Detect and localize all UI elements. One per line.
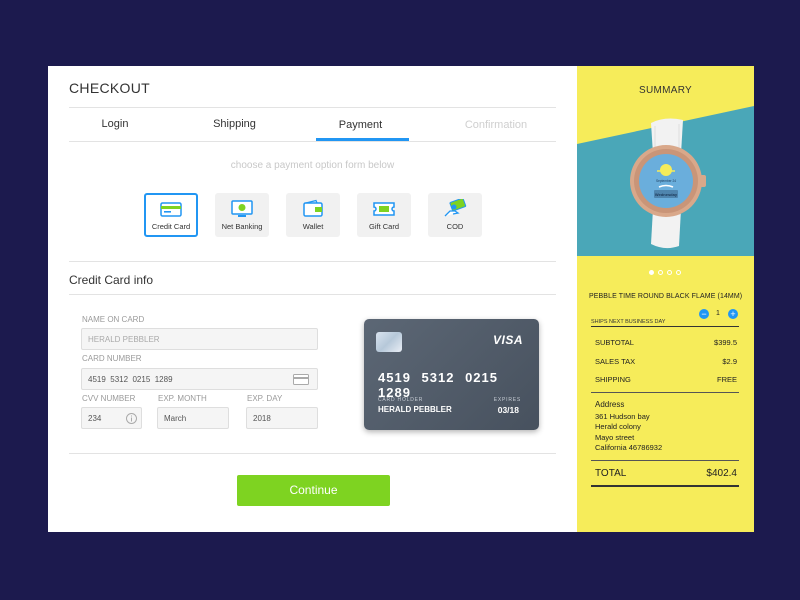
carousel-dot[interactable] [649, 270, 654, 275]
subtotal-row: SUBTOTAL $399.5 [595, 338, 737, 347]
address-heading: Address [595, 400, 625, 409]
product-name: PEBBLE TIME ROUND BLACK FLAME (14MM) [589, 293, 743, 300]
tab-confirmation: Confirmation [464, 119, 528, 131]
decrement-button[interactable]: − [699, 309, 709, 319]
carousel-dot[interactable] [658, 270, 663, 275]
info-icon[interactable] [126, 413, 137, 424]
row-label: SHIPPING [595, 375, 631, 384]
card-icon [293, 374, 309, 385]
product-image: September 24 Wednesday [577, 106, 754, 256]
checkout-panel: CHECKOUT Login Shipping Payment Confirma… [48, 66, 577, 532]
option-wallet[interactable]: Wallet [286, 193, 340, 237]
monitor-icon [231, 200, 253, 217]
continue-button[interactable]: Continue [237, 475, 390, 506]
card-number-value: 4519 5312 0215 1289 [88, 375, 173, 384]
section-title: Credit Card info [69, 273, 154, 287]
option-label: Wallet [302, 222, 324, 231]
carousel-dot[interactable] [667, 270, 672, 275]
tab-payment[interactable]: Payment [332, 119, 389, 131]
card-preview-number: 4519 5312 0215 1289 [378, 370, 498, 400]
summary-panel: SUMMARY September 24 Wednesday PEBBLE TI… [577, 66, 754, 532]
checkout-steps: Login Shipping Payment Confirmation [69, 112, 556, 141]
divider [591, 460, 739, 461]
card-brand: VISA [492, 333, 523, 347]
option-label: Credit Card [151, 222, 191, 231]
gift-card-icon [373, 202, 395, 216]
option-cod[interactable]: COD [428, 193, 482, 237]
divider [591, 392, 739, 393]
card-holder-label: CARD HOLDER [378, 397, 424, 403]
card-chip [376, 332, 402, 352]
address-line: Mayo street [595, 432, 635, 442]
carousel-dot[interactable] [676, 270, 681, 275]
address-line: California 46786932 [595, 443, 663, 452]
divider [69, 294, 556, 295]
credit-card-preview: VISA 4519 5312 0215 1289 CARD HOLDER EXP… [364, 319, 539, 430]
card-expiry: 03/18 [497, 405, 519, 415]
divider [69, 141, 556, 142]
card-holder-name: HERALD PEBBLER [378, 405, 452, 414]
option-label: Gift Card [368, 222, 399, 231]
increment-button[interactable]: + [728, 309, 738, 319]
exp-month-label: EXP. MONTH [158, 394, 207, 403]
ship-note: SHIPS NEXT BUSINESS DAY [591, 319, 666, 325]
option-net-banking[interactable]: Net Banking [215, 193, 269, 237]
divider [69, 107, 556, 108]
card-number-label: CARD NUMBER [82, 354, 142, 363]
row-label: SUBTOTAL [595, 338, 634, 347]
divider [69, 261, 556, 262]
divider [591, 485, 739, 487]
payment-hint: choose a payment option form below [230, 160, 395, 171]
option-gift-card[interactable]: Gift Card [357, 193, 411, 237]
carousel-dots [649, 262, 685, 280]
card-expires-label: EXPIRES [493, 397, 521, 403]
wallet-icon [303, 199, 323, 217]
shipping-address: Address 361 Hudson bay Herald colony May… [595, 400, 662, 454]
cash-icon [444, 199, 467, 217]
cvv-label: CVV NUMBER [82, 394, 136, 403]
address-line: 361 Hudson bay [595, 411, 650, 421]
exp-day-label: EXP. DAY [247, 394, 283, 403]
address-line: Herald colony [595, 422, 641, 431]
tab-login[interactable]: Login [89, 118, 141, 130]
sales-tax-row: SALES TAX $2.9 [595, 357, 737, 366]
row-label: SALES TAX [595, 357, 636, 366]
shipping-row: SHIPPING FREE [595, 375, 737, 384]
divider [69, 453, 556, 454]
exp-day-field[interactable]: 2018 [246, 407, 318, 429]
option-label: COD [446, 222, 464, 231]
option-credit-card[interactable]: Credit Card [144, 193, 198, 237]
cvv-value: 234 [88, 414, 102, 423]
card-number-field[interactable]: 4519 5312 0215 1289 [81, 368, 318, 390]
total-row: TOTAL $402.4 [595, 468, 737, 479]
total-label: TOTAL [595, 468, 627, 479]
watch-date: September 24 [656, 179, 676, 183]
divider [591, 326, 739, 327]
total-value: $402.4 [706, 468, 737, 479]
row-value: $2.9 [722, 357, 737, 366]
quantity-value: 1 [716, 310, 720, 317]
exp-month-field[interactable]: March [157, 407, 229, 429]
name-label: NAME ON CARD [82, 315, 145, 324]
credit-card-icon [160, 202, 182, 217]
page-title: CHECKOUT [69, 80, 150, 96]
summary-title: SUMMARY [638, 85, 693, 96]
name-on-card-field[interactable]: HERALD PEBBLER [81, 328, 318, 350]
row-value: FREE [716, 375, 737, 384]
tab-shipping[interactable]: Shipping [206, 118, 263, 130]
option-label: Net Banking [221, 222, 263, 231]
checkout-card: CHECKOUT Login Shipping Payment Confirma… [48, 66, 754, 532]
cvv-field[interactable]: 234 [81, 407, 142, 429]
watch-day: Wednesday [655, 192, 678, 197]
row-value: $399.5 [714, 338, 737, 347]
